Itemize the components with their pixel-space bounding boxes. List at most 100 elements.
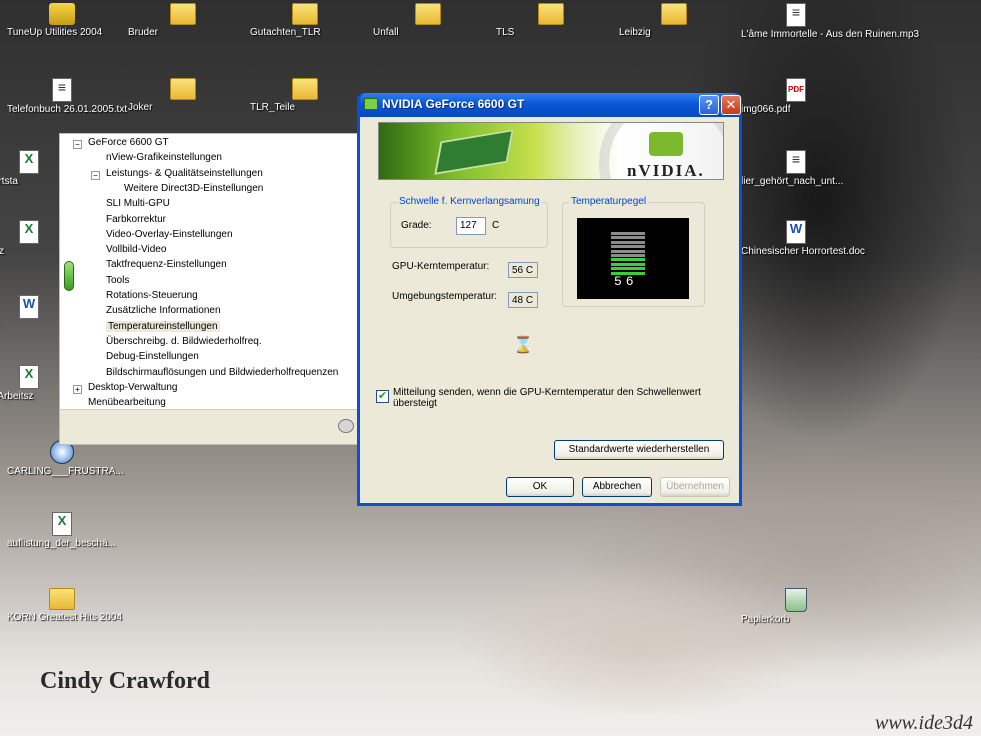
threshold-group: Schwelle f. Kernverlangsamung Grade: 127…: [390, 196, 548, 248]
meter-bar: [611, 249, 645, 253]
audio-file-icon: [786, 3, 806, 27]
notify-checkbox[interactable]: ✔: [376, 390, 389, 403]
tree-item[interactable]: Vollbild-Video: [106, 244, 166, 255]
meter-bar: [611, 254, 645, 257]
tree-item[interactable]: Debug-Einstellungen: [106, 351, 199, 362]
pdf-file-icon: [786, 78, 806, 102]
nvidia-settings-dialog: NVIDIA GeForce 6600 GT ? ✕ nVIDIA. Schwe…: [357, 93, 742, 506]
ambient-temp-label: Umgebungstemperatur:: [392, 291, 498, 302]
folder-icon: [292, 3, 318, 25]
tuneup-icon: [49, 3, 75, 25]
desktop-icon[interactable]: lier_gehört_nach_unt...: [741, 150, 851, 187]
desktop-icon[interactable]: Unfall: [373, 3, 483, 38]
recycle-bin-icon: [785, 588, 807, 612]
desktop-icon[interactable]: Telefonbuch 26.01.2005.txt: [7, 78, 127, 115]
meter-bar: [611, 258, 645, 262]
desktop-icon[interactable]: Chinesischer Horrortest.doc: [741, 220, 865, 257]
help-button[interactable]: ?: [699, 95, 719, 115]
gpu-chip-icon: [434, 129, 514, 175]
desktop-icon-label: img066.pdf: [741, 104, 791, 115]
gpu-temp-value: 56 C: [508, 262, 538, 278]
excel-file-icon: [52, 512, 72, 536]
desktop-icon[interactable]: Joker: [128, 78, 238, 113]
excel-file-icon: [19, 220, 39, 244]
desktop-icon-label: Finanz: [0, 246, 5, 257]
close-button[interactable]: ✕: [721, 95, 741, 115]
hourglass-icon: ⌛: [513, 337, 533, 354]
watermark-signature: ide3d4: [918, 712, 973, 734]
meter-bar: [611, 262, 645, 266]
nvidia-eye-icon[interactable]: [338, 419, 354, 433]
panel-slide-handle[interactable]: [64, 261, 74, 291]
tree-item[interactable]: Bildschirmauflösungen und Bildwiederholf…: [106, 367, 338, 378]
desktop-icon-label: KORN Greatest Hits 2004: [7, 612, 123, 623]
desktop-icon[interactable]: Gutachten_TLR: [250, 3, 360, 38]
tree-item[interactable]: Menübearbeitung: [88, 397, 166, 408]
desktop-icon-label: Telefonbuch 26.01.2005.txt: [7, 104, 128, 115]
dialog-titlebar[interactable]: NVIDIA GeForce 6600 GT ? ✕: [360, 93, 741, 117]
tree-item[interactable]: SLI Multi-GPU: [106, 198, 170, 209]
folder-icon: [49, 588, 75, 610]
tree-item[interactable]: Farbkorrektur: [106, 214, 166, 225]
tree-item[interactable]: Weitere Direct3D-Einstellungen: [124, 183, 263, 194]
tree-item[interactable]: Tools: [106, 275, 129, 286]
meter-bar: [611, 245, 645, 249]
cancel-button[interactable]: Abbrechen: [582, 477, 652, 497]
apply-button[interactable]: Übernehmen: [660, 477, 730, 497]
desktop-icon[interactable]: auflistung_der_beschä...: [7, 512, 117, 549]
excel-file-icon: [19, 365, 39, 389]
tree-item[interactable]: nView-Grafikeinstellungen: [106, 152, 222, 163]
restore-defaults-button[interactable]: Standardwerte wiederherstellen: [554, 440, 724, 460]
desktop-icon-label: Barb Arbeitsz: [0, 391, 34, 402]
tree-item[interactable]: Zusätzliche Informationen: [106, 305, 221, 316]
meter-bar: [611, 240, 645, 244]
desktop-icon-label: TLS: [496, 27, 515, 38]
settings-tree-panel: − GeForce 6600 GT nView-Grafikeinstellunge…: [59, 133, 365, 445]
desktop-icon-label: Geburtsta: [0, 176, 18, 187]
grade-input[interactable]: 127: [456, 217, 486, 235]
folder-icon: [170, 78, 196, 100]
dialog-title: NVIDIA GeForce 6600 GT: [382, 97, 525, 111]
desktop-icon[interactable]: Papierkorb: [741, 588, 851, 625]
ok-button[interactable]: OK: [506, 477, 574, 497]
watermark-url: www.: [875, 712, 919, 734]
desktop-icon-label: lier_gehört_nach_unt...: [741, 176, 844, 187]
tree-item[interactable]: Rotations-Steuerung: [106, 290, 198, 301]
desktop-icon[interactable]: Leibzig: [619, 3, 729, 38]
collapse-icon[interactable]: −: [91, 170, 100, 180]
watermark: www.ide3d4: [875, 712, 973, 735]
ambient-temp-value: 48 C: [508, 292, 538, 308]
gpu-temp-label: GPU-Kerntemperatur:: [392, 261, 490, 272]
folder-icon: [661, 3, 687, 25]
threshold-legend: Schwelle f. Kernverlangsamung: [397, 196, 542, 207]
nvidia-banner: nVIDIA.: [378, 122, 724, 180]
meter-bar: [611, 236, 645, 240]
desktop-icon[interactable]: Bruder: [128, 3, 238, 38]
temperature-level-group: Temperaturpegel 56: [562, 196, 705, 307]
expand-icon[interactable]: +: [73, 384, 82, 394]
meter-bar: [611, 267, 645, 271]
tree-item[interactable]: Taktfrequenz-Einstellungen: [106, 259, 227, 270]
desktop-icon[interactable]: KORN Greatest Hits 2004: [7, 588, 122, 623]
collapse-icon[interactable]: −: [73, 140, 82, 149]
desktop-icon[interactable]: TuneUp Utilities 2004: [7, 3, 117, 38]
tree-item[interactable]: Leistungs- & Qualitätseinstellungen: [106, 168, 263, 179]
temperature-level-legend: Temperaturpegel: [569, 196, 649, 207]
desktop-icon[interactable]: L'âme Immortelle - Aus den Ruinen.mp3: [741, 3, 919, 40]
grade-label: Grade:: [401, 220, 432, 231]
desktop-icon[interactable]: img066.pdf: [741, 78, 851, 115]
notify-checkbox-label: Mitteilung senden, wenn die GPU-Kerntemp…: [393, 387, 701, 409]
tree-item[interactable]: Temperatureinstellungen: [106, 320, 220, 332]
desktop-icon[interactable]: TLS: [496, 3, 606, 38]
meter-bar: [611, 232, 645, 235]
tree-item[interactable]: GeForce 6600 GT: [88, 137, 169, 148]
desktop-icon[interactable]: TLR_Teile: [250, 78, 360, 113]
tree-item[interactable]: Video-Overlay-Einstellungen: [106, 229, 233, 240]
desktop-icon-label: Unfall: [373, 27, 399, 38]
desktop-icon-label: Chinesischer Horrortest.doc: [741, 246, 865, 257]
desktop-icon-label: TLR_Teile: [250, 102, 296, 113]
tree-item[interactable]: Desktop-Verwaltung: [88, 382, 178, 393]
tree-item[interactable]: Überschreibg. d. Bildwiederholfreq.: [106, 336, 262, 347]
nvidia-eye-logo: [649, 132, 683, 156]
desktop-icon-label: TuneUp Utilities 2004: [7, 27, 103, 38]
